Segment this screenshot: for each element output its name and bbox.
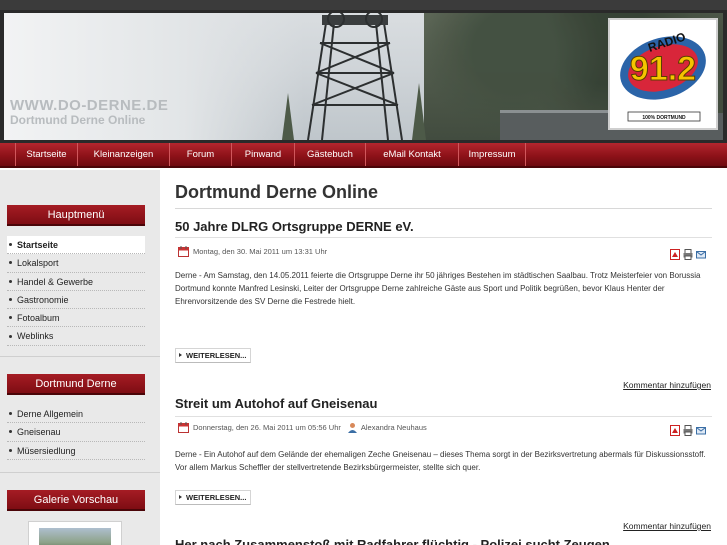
article-title[interactable]: 50 Jahre DLRG Ortsgruppe DERNE eV. <box>175 219 414 234</box>
bullet-icon <box>9 334 12 338</box>
bullet-icon <box>9 448 12 452</box>
derne-menu: Derne Allgemein Gneisenau Müsersiedlung <box>7 405 145 460</box>
bullet-icon <box>9 243 12 247</box>
radio-912-logo-icon[interactable]: 91.2 RADIO 100% DORTMUND <box>608 18 718 130</box>
article-title[interactable]: Her nach Zusammenstoß mit Radfahrer flüc… <box>175 537 610 545</box>
sidebar: Hauptmenü Startseite Lokalsport Handel &… <box>0 170 160 545</box>
bullet-icon <box>9 261 12 265</box>
article-date: Donnerstag, den 26. Mai 2011 um 05:56 Uh… <box>193 422 341 432</box>
sidebar-item-muesersiedlung[interactable]: Müsersiedlung <box>7 442 145 460</box>
article-tools <box>670 245 706 260</box>
sidebar-item-weblinks[interactable]: Weblinks <box>7 327 145 346</box>
gallery-preview-thumbnail[interactable] <box>28 521 122 545</box>
sidebar-item-label: Gneisenau <box>17 427 61 438</box>
sidebar-item-label: Gastronomie <box>17 294 69 305</box>
pdf-icon[interactable] <box>670 245 680 260</box>
nav-item-forum[interactable]: Forum <box>169 143 231 166</box>
article-title[interactable]: Streit um Autohof auf Gneisenau <box>175 396 377 411</box>
sidebar-item-gastronomie[interactable]: Gastronomie <box>7 291 145 310</box>
mine-tower-image <box>282 13 426 140</box>
nav-item-kleinanzeigen[interactable]: Kleinanzeigen <box>77 143 169 166</box>
article-divider <box>175 416 712 417</box>
article-text: Derne - Ein Autohof auf dem Gelände der … <box>175 450 706 472</box>
readmore-label: WEITERLESEN... <box>186 351 247 360</box>
sidebar-item-label: Müsersiedlung <box>17 445 76 456</box>
bullet-icon <box>9 298 12 302</box>
article-text: Derne - Am Samstag, den 14.05.2011 feier… <box>175 271 701 306</box>
author-name: Alexandra Neuhaus <box>360 422 427 432</box>
readmore-button[interactable]: WEITERLESEN... <box>175 490 252 505</box>
arrow-right-icon <box>179 495 182 500</box>
nav-item-impressum[interactable]: Impressum <box>458 143 526 166</box>
bullet-icon <box>9 316 12 320</box>
svg-text:91.2: 91.2 <box>630 50 696 88</box>
sidebar-item-derne-allgemein[interactable]: Derne Allgemein <box>7 405 145 424</box>
add-comment-link[interactable]: Kommentar hinzufügen <box>623 380 711 390</box>
article-date: Montag, den 30. Mai 2011 um 13:31 Uhr <box>193 246 328 256</box>
main-menu: Startseite Lokalsport Handel & Gewerbe G… <box>7 236 145 346</box>
site-name: Dortmund Derne Online <box>10 113 146 127</box>
add-comment-link[interactable]: Kommentar hinzufügen <box>623 521 711 531</box>
calendar-icon <box>178 245 189 257</box>
bullet-icon <box>9 279 12 283</box>
sidebar-item-gneisenau[interactable]: Gneisenau <box>7 423 145 442</box>
sidebar-menu-title: Dortmund Derne <box>7 374 145 395</box>
svg-text:100% DORTMUND: 100% DORTMUND <box>642 115 686 121</box>
site-header: WWW.DO-DERNE.DE Dortmund Derne Online 91… <box>0 10 727 143</box>
readmore-button[interactable]: WEITERLESEN... <box>175 348 252 363</box>
nav-item-email-kontakt[interactable]: eMail Kontakt <box>365 143 458 166</box>
pdf-icon[interactable] <box>670 421 680 436</box>
sidebar-menu-title: Galerie Vorschau <box>7 490 145 511</box>
page-title: Dortmund Derne Online <box>175 182 379 202</box>
article-meta: Montag, den 30. Mai 2011 um 13:31 Uhr <box>178 245 327 257</box>
nav-item-pinwand[interactable]: Pinwand <box>231 143 294 166</box>
site-url: WWW.DO-DERNE.DE <box>10 97 169 114</box>
calendar-icon <box>178 421 189 433</box>
sidebar-item-label: Fotoalbum <box>17 313 60 324</box>
article-meta: Donnerstag, den 26. Mai 2011 um 05:56 Uh… <box>178 421 427 433</box>
print-icon[interactable] <box>683 245 693 260</box>
sidebar-item-label: Weblinks <box>17 331 54 342</box>
sidebar-item-label: Lokalsport <box>17 258 59 269</box>
email-icon[interactable] <box>696 421 706 435</box>
bullet-icon <box>9 430 12 434</box>
gallery-preview-image <box>39 528 111 545</box>
title-divider <box>175 208 712 209</box>
main-content: Dortmund Derne Online 50 Jahre DLRG Orts… <box>160 170 727 545</box>
sidebar-item-startseite[interactable]: Startseite <box>7 236 145 255</box>
email-icon[interactable] <box>696 245 706 259</box>
sidebar-menu-title: Hauptmenü <box>7 205 145 226</box>
sidebar-divider <box>0 356 160 357</box>
sidebar-item-label: Startseite <box>17 240 59 250</box>
print-icon[interactable] <box>683 421 693 436</box>
bullet-icon <box>9 412 12 416</box>
sidebar-item-lokalsport[interactable]: Lokalsport <box>7 254 145 273</box>
author-icon <box>347 422 357 433</box>
nav-item-startseite[interactable]: Startseite <box>15 143 77 166</box>
sidebar-divider <box>0 472 160 473</box>
arrow-right-icon <box>179 353 182 358</box>
nav-item-gaestebuch[interactable]: Gästebuch <box>294 143 365 166</box>
readmore-label: WEITERLESEN... <box>186 493 247 502</box>
sidebar-item-label: Derne Allgemein <box>17 409 84 419</box>
main-navigation: Startseite Kleinanzeigen Forum Pinwand G… <box>0 143 727 168</box>
article-author: Alexandra Neuhaus <box>347 422 427 433</box>
top-strip <box>0 0 727 10</box>
article-divider <box>175 237 712 238</box>
sidebar-item-fotoalbum[interactable]: Fotoalbum <box>7 309 145 328</box>
sidebar-item-label: Handel & Gewerbe <box>17 276 94 287</box>
article-tools <box>670 421 706 436</box>
sidebar-item-handel-gewerbe[interactable]: Handel & Gewerbe <box>7 273 145 291</box>
